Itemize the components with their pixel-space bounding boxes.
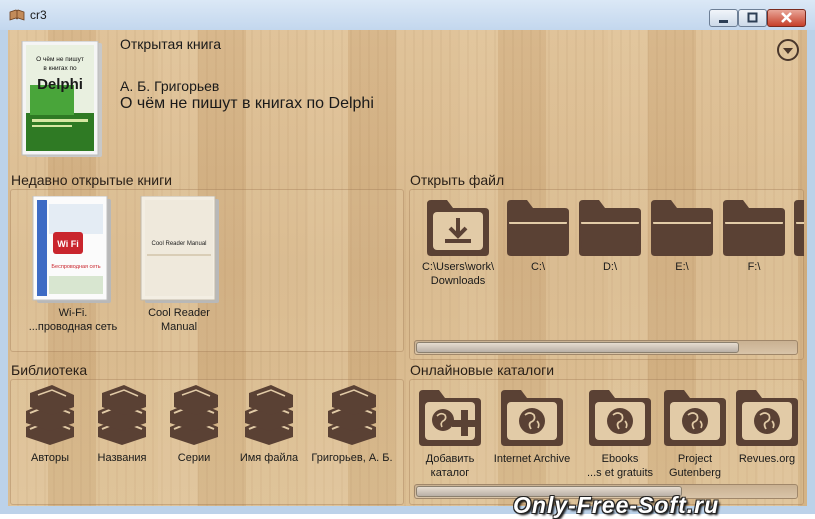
current-book-header: Открытая книга: [120, 36, 222, 52]
folder-item-partial[interactable]: [792, 198, 804, 258]
coolreader-cover-main: Cool Reader Manual: [151, 241, 206, 247]
catalog-label-line1: Project: [677, 453, 713, 465]
folder-icon: [794, 200, 804, 256]
folder-item-downloads[interactable]: C:\Users\work\ Downloads: [410, 198, 506, 290]
recent-book-title-line2: Manual: [160, 321, 198, 333]
catalog-item-ebooks[interactable]: Ebooks ...s et gratuits: [582, 388, 658, 488]
catalog-item-gutenberg[interactable]: Project Gutenberg: [658, 388, 732, 488]
book-cover-image: О чём не пишут в книгах по Delphi: [21, 40, 102, 157]
recent-book-title-line1: Wi-Fi.: [58, 307, 88, 319]
maximize-icon: [747, 12, 758, 23]
catalog-item-revues[interactable]: Revues.org: [730, 388, 804, 488]
folder-item-d[interactable]: D:\: [574, 198, 646, 290]
recent-books-title: Недавно открытые книги: [11, 172, 173, 188]
window-title: cr3: [30, 8, 47, 22]
library-item-label: Серии: [177, 452, 211, 464]
books-stack-icon: [170, 385, 218, 445]
current-book-title[interactable]: О чём не пишут в книгах по Delphi: [120, 95, 374, 113]
library-title: Библиотека: [11, 362, 88, 378]
books-stack-icon: [98, 385, 146, 445]
app-icon: [9, 9, 25, 21]
folder-item-c[interactable]: C:\: [502, 198, 574, 290]
globe-folder-icon: [664, 390, 726, 446]
menu-dropdown-icon[interactable]: [776, 38, 800, 62]
recent-book-item[interactable]: Wi Fi Беспроводная сеть Wi-Fi. ...провод…: [28, 196, 118, 336]
cover-line-2: в книгах по: [43, 65, 77, 72]
folder-label: E:\: [675, 261, 689, 273]
recent-book-cover-wifi: Wi Fi Беспроводная сеть: [32, 196, 111, 303]
books-stack-icon: [26, 385, 74, 445]
library-item-author-grigoriev[interactable]: Григорьев, А. Б.: [308, 385, 398, 470]
recent-book-item[interactable]: Cool Reader Manual Cool Reader Manual: [134, 196, 224, 336]
close-icon: [781, 12, 792, 23]
recent-book-title-line2: ...проводная сеть: [28, 321, 118, 333]
globe-folder-icon: [736, 390, 798, 446]
title-bar[interactable]: cr3: [0, 0, 815, 30]
books-stack-icon: [328, 385, 376, 445]
download-folder-icon: [427, 200, 489, 256]
catalog-label-line1: Revues.org: [738, 453, 796, 465]
home-screen: О чём не пишут в книгах по Delphi Открыт…: [8, 30, 807, 506]
library-item-authors[interactable]: Авторы: [18, 385, 82, 470]
folder-label: C:\: [530, 261, 546, 273]
minimize-icon: [719, 20, 728, 23]
add-catalog-icon: [419, 390, 481, 446]
open-file-title: Открыть файл: [410, 172, 505, 188]
folder-label-line1: C:\Users\work\: [421, 261, 495, 273]
current-book-author: А. Б. Григорьев: [120, 78, 220, 94]
library-item-label: Имя файла: [239, 452, 299, 464]
folder-icon: [723, 200, 785, 256]
folder-item-f[interactable]: F:\: [718, 198, 792, 290]
cover-line-1: О чём не пишут: [36, 56, 84, 63]
folder-icon: [579, 200, 641, 256]
catalog-label-line2: каталог: [430, 467, 470, 479]
wifi-cover-main: Wi Fi: [57, 239, 78, 249]
folder-label-line2: Downloads: [430, 275, 486, 287]
library-item-titles[interactable]: Названия: [90, 385, 154, 470]
catalog-label-line1: Ebooks: [601, 453, 639, 465]
catalog-label-line1: Добавить: [425, 453, 475, 465]
open-file-scrollbar-thumb[interactable]: [416, 342, 739, 353]
online-catalogs-title: Онлайновые каталоги: [410, 362, 555, 378]
library-item-label: Григорьев, А. Б.: [311, 452, 393, 464]
catalog-item-add[interactable]: Добавить каталог: [412, 388, 488, 488]
current-book-cover[interactable]: О чём не пишут в книгах по Delphi: [20, 40, 104, 159]
recent-book-title-line1: Cool Reader: [148, 307, 210, 319]
folder-item-e[interactable]: E:\: [646, 198, 718, 290]
catalog-label-line2: Gutenberg: [669, 467, 721, 479]
books-stack-icon: [245, 385, 293, 445]
cover-line-3: Delphi: [37, 76, 83, 93]
library-item-label: Авторы: [31, 452, 69, 464]
catalog-item-internet-archive[interactable]: Internet Archive: [486, 388, 578, 488]
globe-folder-icon: [589, 390, 651, 446]
library-item-label: Названия: [97, 452, 147, 464]
watermark-text: Only-Free-Soft.ru: [513, 492, 720, 518]
maximize-button[interactable]: [738, 9, 767, 27]
folder-icon: [651, 200, 713, 256]
library-item-filename[interactable]: Имя файла: [234, 385, 304, 470]
catalog-label-line2: ...s et gratuits: [586, 467, 654, 479]
catalog-label-line1: Internet Archive: [493, 453, 571, 465]
app-window: cr3 О чём не пишут в книгах по Delphi От…: [0, 0, 815, 518]
folder-label: D:\: [602, 261, 618, 273]
library-item-series[interactable]: Серии: [162, 385, 226, 470]
recent-book-cover-coolreader: Cool Reader Manual: [140, 196, 219, 303]
folder-label: F:\: [747, 261, 761, 273]
close-button[interactable]: [767, 9, 806, 27]
folder-icon: [507, 200, 569, 256]
open-file-scrollbar[interactable]: [414, 340, 798, 355]
globe-folder-icon: [501, 390, 563, 446]
minimize-button[interactable]: [709, 9, 738, 27]
wifi-cover-sub: Беспроводная сеть: [51, 264, 100, 270]
